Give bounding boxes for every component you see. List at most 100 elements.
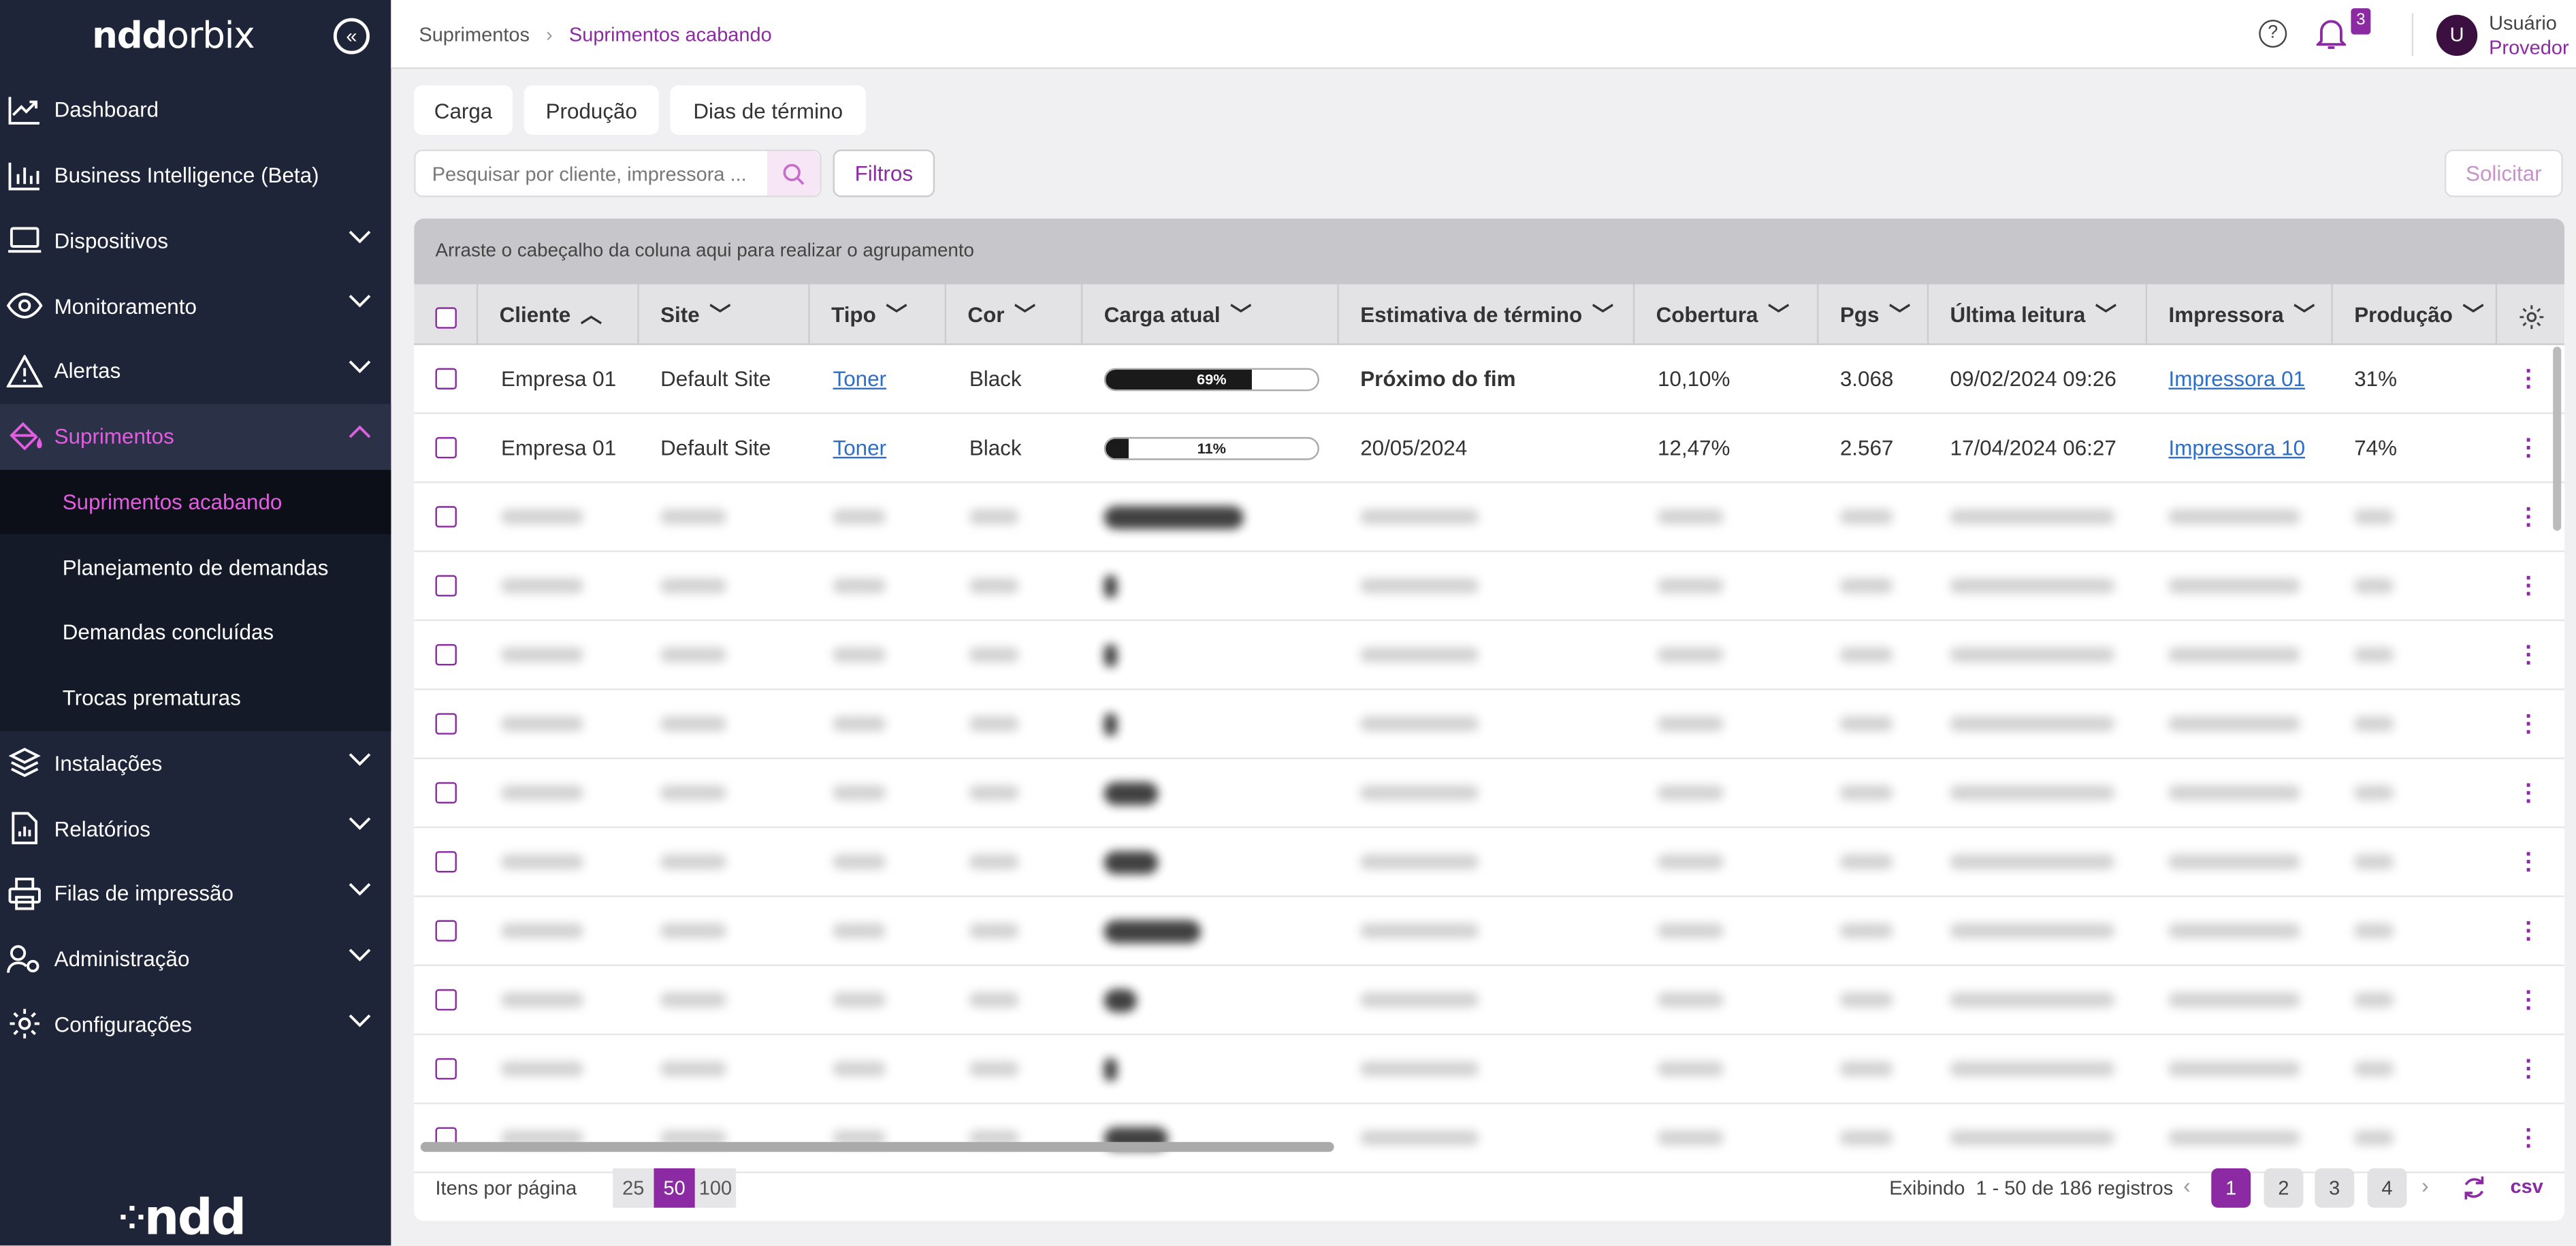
blurred-progress-bar [1104,644,1118,667]
cell-tipo-link[interactable]: Toner [833,414,887,481]
row-actions-icon[interactable]: ⋮ [2517,621,2540,688]
tab-dias-termino[interactable]: Dias de término [670,85,866,135]
sidebar-item-configuracoes[interactable]: Configurações [0,991,391,1057]
tab-carga[interactable]: Carga [414,85,513,135]
table-row-blurred[interactable]: ⋮ [414,897,2565,967]
refresh-icon[interactable] [2461,1175,2488,1201]
page-size-50[interactable]: 50 [654,1168,695,1208]
row-checkbox[interactable] [435,851,457,873]
page-size-25[interactable]: 25 [613,1168,654,1208]
avatar[interactable]: U [2436,14,2478,57]
tab-producao[interactable]: Produção [524,85,659,135]
row-checkbox[interactable] [435,436,457,459]
blurred-cell [1360,578,1479,594]
table-row[interactable]: Empresa 01 Default Site Toner Black 69% … [414,345,2565,415]
search-input[interactable] [415,151,761,196]
row-actions-icon[interactable]: ⋮ [2517,345,2540,413]
help-icon[interactable]: ? [2259,19,2287,48]
sidebar-item-relatorios[interactable]: Relatórios [0,796,391,861]
row-checkbox[interactable] [435,575,457,597]
row-checkbox[interactable] [435,713,457,735]
sidebar-subitem-trocas-prematuras[interactable]: Trocas prematuras [0,665,391,731]
col-ultima-leitura[interactable]: Última leitura ﹀ [1929,284,2148,345]
col-estimativa[interactable]: Estimativa de término ﹀ [1339,284,1635,345]
col-carga-atual[interactable]: Carga atual ﹀ [1082,284,1339,345]
table-row-blurred[interactable]: ⋮ [414,966,2565,1036]
column-settings-button[interactable] [2497,284,2564,345]
col-site[interactable]: Site ﹀ [639,284,810,345]
sidebar-item-dashboard[interactable]: Dashboard [0,77,391,142]
bar-chart-icon [7,157,43,193]
table-row-blurred[interactable]: ⋮ [414,828,2565,897]
prev-page-icon[interactable]: ‹ [2183,1173,2190,1198]
bell-icon[interactable] [2316,18,2347,51]
row-actions-icon[interactable]: ⋮ [2517,759,2540,827]
blurred-cell [1657,854,1724,869]
cell-tipo-link[interactable]: Toner [833,345,887,413]
row-actions-icon[interactable]: ⋮ [2517,966,2540,1034]
collapse-sidebar-button[interactable]: « [333,18,370,54]
col-tipo[interactable]: Tipo ﹀ [810,284,947,345]
sidebar-item-dispositivos[interactable]: Dispositivos [0,208,391,273]
col-impressora[interactable]: Impressora ﹀ [2147,284,2333,345]
group-drop-zone[interactable]: Arraste o cabeçalho da coluna aqui para … [414,218,2565,285]
sidebar-item-administracao[interactable]: Administração [0,926,391,991]
table-row-blurred[interactable]: ⋮ [414,483,2565,552]
sidebar-item-alertas[interactable]: Alertas [0,338,391,404]
blurred-cell [1839,578,1893,594]
select-all-checkbox[interactable] [435,307,457,329]
sidebar-subitem-demandas-concluidas[interactable]: Demandas concluídas [0,600,391,665]
chevron-down-icon: ﹀ [709,302,731,328]
row-actions-icon[interactable]: ⋮ [2517,483,2540,551]
sidebar-subitem-suprimentos-acabando[interactable]: Suprimentos acabando [0,468,391,534]
vertical-scrollbar[interactable] [2553,347,2562,531]
col-cobertura[interactable]: Cobertura ﹀ [1635,284,1819,345]
row-actions-icon[interactable]: ⋮ [2517,414,2540,481]
table-row[interactable]: Empresa 01 Default Site Toner Black 11% … [414,414,2565,483]
table-row-blurred[interactable]: ⋮ [414,1035,2565,1104]
row-actions-icon[interactable]: ⋮ [2517,828,2540,895]
request-button[interactable]: Solicitar [2444,149,2563,197]
breadcrumb-suprimentos[interactable]: Suprimentos [419,23,530,46]
cell-cor: Black [969,435,1022,460]
row-checkbox[interactable] [435,782,457,804]
table-row-blurred[interactable]: ⋮ [414,552,2565,622]
row-checkbox[interactable] [435,368,457,389]
search-button[interactable] [767,151,820,196]
row-actions-icon[interactable]: ⋮ [2517,1035,2540,1102]
page-size-100[interactable]: 100 [694,1168,737,1208]
sidebar-subitem-planejamento[interactable]: Planejamento de demandas [0,534,391,600]
row-actions-icon[interactable]: ⋮ [2517,897,2540,965]
col-producao[interactable]: Produção ﹀ [2333,284,2498,345]
col-pgs[interactable]: Pgs ﹀ [1818,284,1929,345]
row-actions-icon[interactable]: ⋮ [2517,552,2540,620]
row-checkbox[interactable] [435,644,457,666]
col-cor[interactable]: Cor ﹀ [946,284,1083,345]
cell-impressora-link[interactable]: Impressora 01 [2169,345,2306,413]
cell-producao: 74% [2354,435,2398,460]
row-checkbox[interactable] [435,1058,457,1080]
table-row-blurred[interactable]: ⋮ [414,690,2565,759]
sidebar-item-instalacoes[interactable]: Instalações [0,731,391,796]
page-2[interactable]: 2 [2264,1168,2304,1208]
next-page-icon[interactable]: › [2421,1173,2428,1198]
row-checkbox[interactable] [435,920,457,942]
table-row-blurred[interactable]: ⋮ [414,621,2565,690]
row-checkbox[interactable] [435,506,457,528]
page-3[interactable]: 3 [2315,1168,2355,1208]
horizontal-scrollbar[interactable] [420,1142,1334,1152]
sidebar-item-business-intelligence[interactable]: Business Intelligence (Beta) [0,142,391,208]
chevron-down-icon [349,360,371,373]
col-cliente[interactable]: Cliente ︿ [478,284,639,345]
row-checkbox[interactable] [435,989,457,1011]
row-actions-icon[interactable]: ⋮ [2517,690,2540,758]
filters-button[interactable]: Filtros [833,149,935,197]
sidebar-item-suprimentos[interactable]: Suprimentos [0,404,391,469]
export-csv-button[interactable]: csv [2510,1175,2543,1198]
page-1[interactable]: 1 [2211,1168,2251,1208]
sidebar-item-monitoramento[interactable]: Monitoramento [0,273,391,338]
page-4[interactable]: 4 [2367,1168,2407,1208]
sidebar-item-filas-impressao[interactable]: Filas de impressão [0,861,391,927]
cell-impressora-link[interactable]: Impressora 10 [2169,414,2306,481]
table-row-blurred[interactable]: ⋮ [414,759,2565,829]
